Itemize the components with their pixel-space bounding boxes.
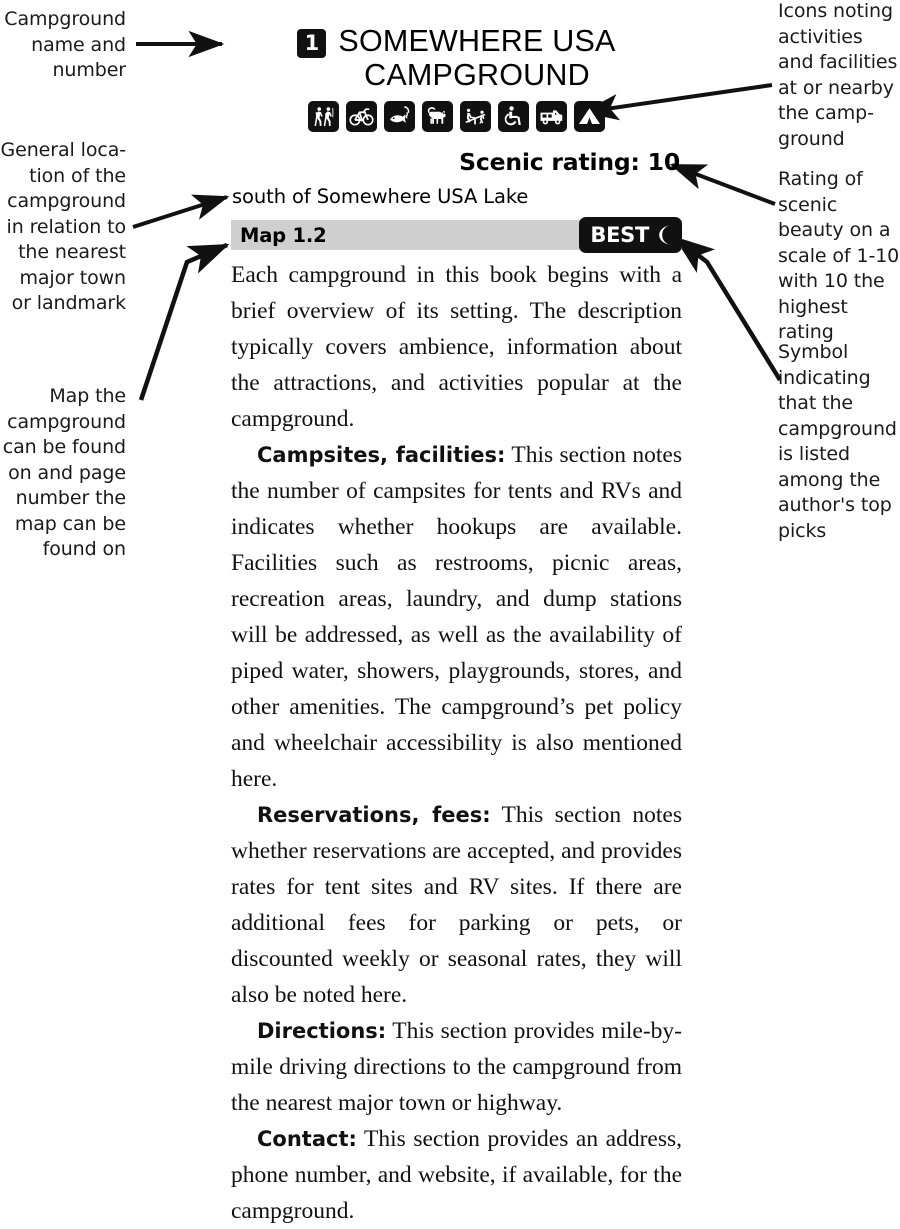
map-label: Map 1.2 [240, 224, 327, 247]
annotation-general-location: General loca- tion of the campground in … [0, 139, 127, 314]
annotation-map-and-page-number: Map the campground can be found on and p… [2, 385, 126, 560]
arrow-to-best-badge [673, 236, 782, 382]
rv-sites-icon[interactable] [536, 101, 567, 132]
tent-sites-icon[interactable] [574, 101, 605, 132]
arrow-to-map-bar [138, 242, 230, 401]
listing-description: Each campground in this book begins with… [231, 257, 682, 1229]
biking-icon[interactable] [346, 101, 377, 132]
paragraph-campsites-facilities: Campsites, facilities: This section note… [231, 437, 682, 797]
paragraph-contact: Contact: This section provides an addres… [231, 1121, 682, 1229]
paragraph-text: This section notes the number of campsit… [231, 442, 682, 792]
scenic-rating: Scenic rating: 10 [459, 148, 680, 176]
wheelchair-accessible-icon[interactable] [498, 101, 529, 132]
runin-heading: Contact: [257, 1127, 357, 1151]
campground-location: south of Somewhere USA Lake [232, 185, 529, 208]
runin-heading: Campsites, facilities: [257, 443, 506, 467]
paragraph-overview: Each campground in this book begins with… [231, 257, 682, 437]
amenity-icon-strip [231, 101, 682, 132]
paragraph-directions: Directions: This section provides mile-b… [231, 1013, 682, 1121]
annotation-scenic-rating-explanation: Rating of scenic beauty on a scale of 1-… [778, 168, 900, 343]
playground-icon[interactable] [460, 101, 491, 132]
best-badge[interactable]: BEST [579, 217, 682, 253]
runin-heading: Reservations, fees: [257, 803, 491, 827]
runin-heading: Directions: [257, 1019, 387, 1043]
best-badge-label: BEST [590, 223, 649, 247]
arrow-to-scenic-rating [669, 163, 776, 206]
campground-number-badge: 1 [297, 29, 327, 58]
annotation-icons-activities-facilities: Icons noting activities and facilities a… [778, 0, 898, 150]
campground-listing: 1 SOMEWHERE USA CAMPGROUND Scenic rating… [231, 0, 682, 1229]
annotation-best-symbol-explanation: Symbol indicating that the campground is… [778, 341, 897, 542]
listing-title-row: 1 SOMEWHERE USA CAMPGROUND [231, 24, 682, 92]
crescent-moon-icon [659, 225, 670, 245]
paragraph-text: Each campground in this book begins with… [231, 262, 682, 432]
arrow-to-location-line [132, 194, 230, 229]
annotation-campground-name-and-number: Campground name and number [4, 8, 126, 81]
campground-title: SOMEWHERE USA CAMPGROUND [338, 24, 616, 92]
pets-icon[interactable] [422, 101, 453, 132]
hiking-icon[interactable] [308, 101, 339, 132]
fishing-icon[interactable] [384, 101, 415, 132]
paragraph-reservations-fees: Reservations, fees: This section notes w… [231, 797, 682, 1013]
map-reference-bar: Map 1.2 BEST [231, 217, 682, 253]
paragraph-text: This section notes whether reservations … [231, 802, 682, 1008]
